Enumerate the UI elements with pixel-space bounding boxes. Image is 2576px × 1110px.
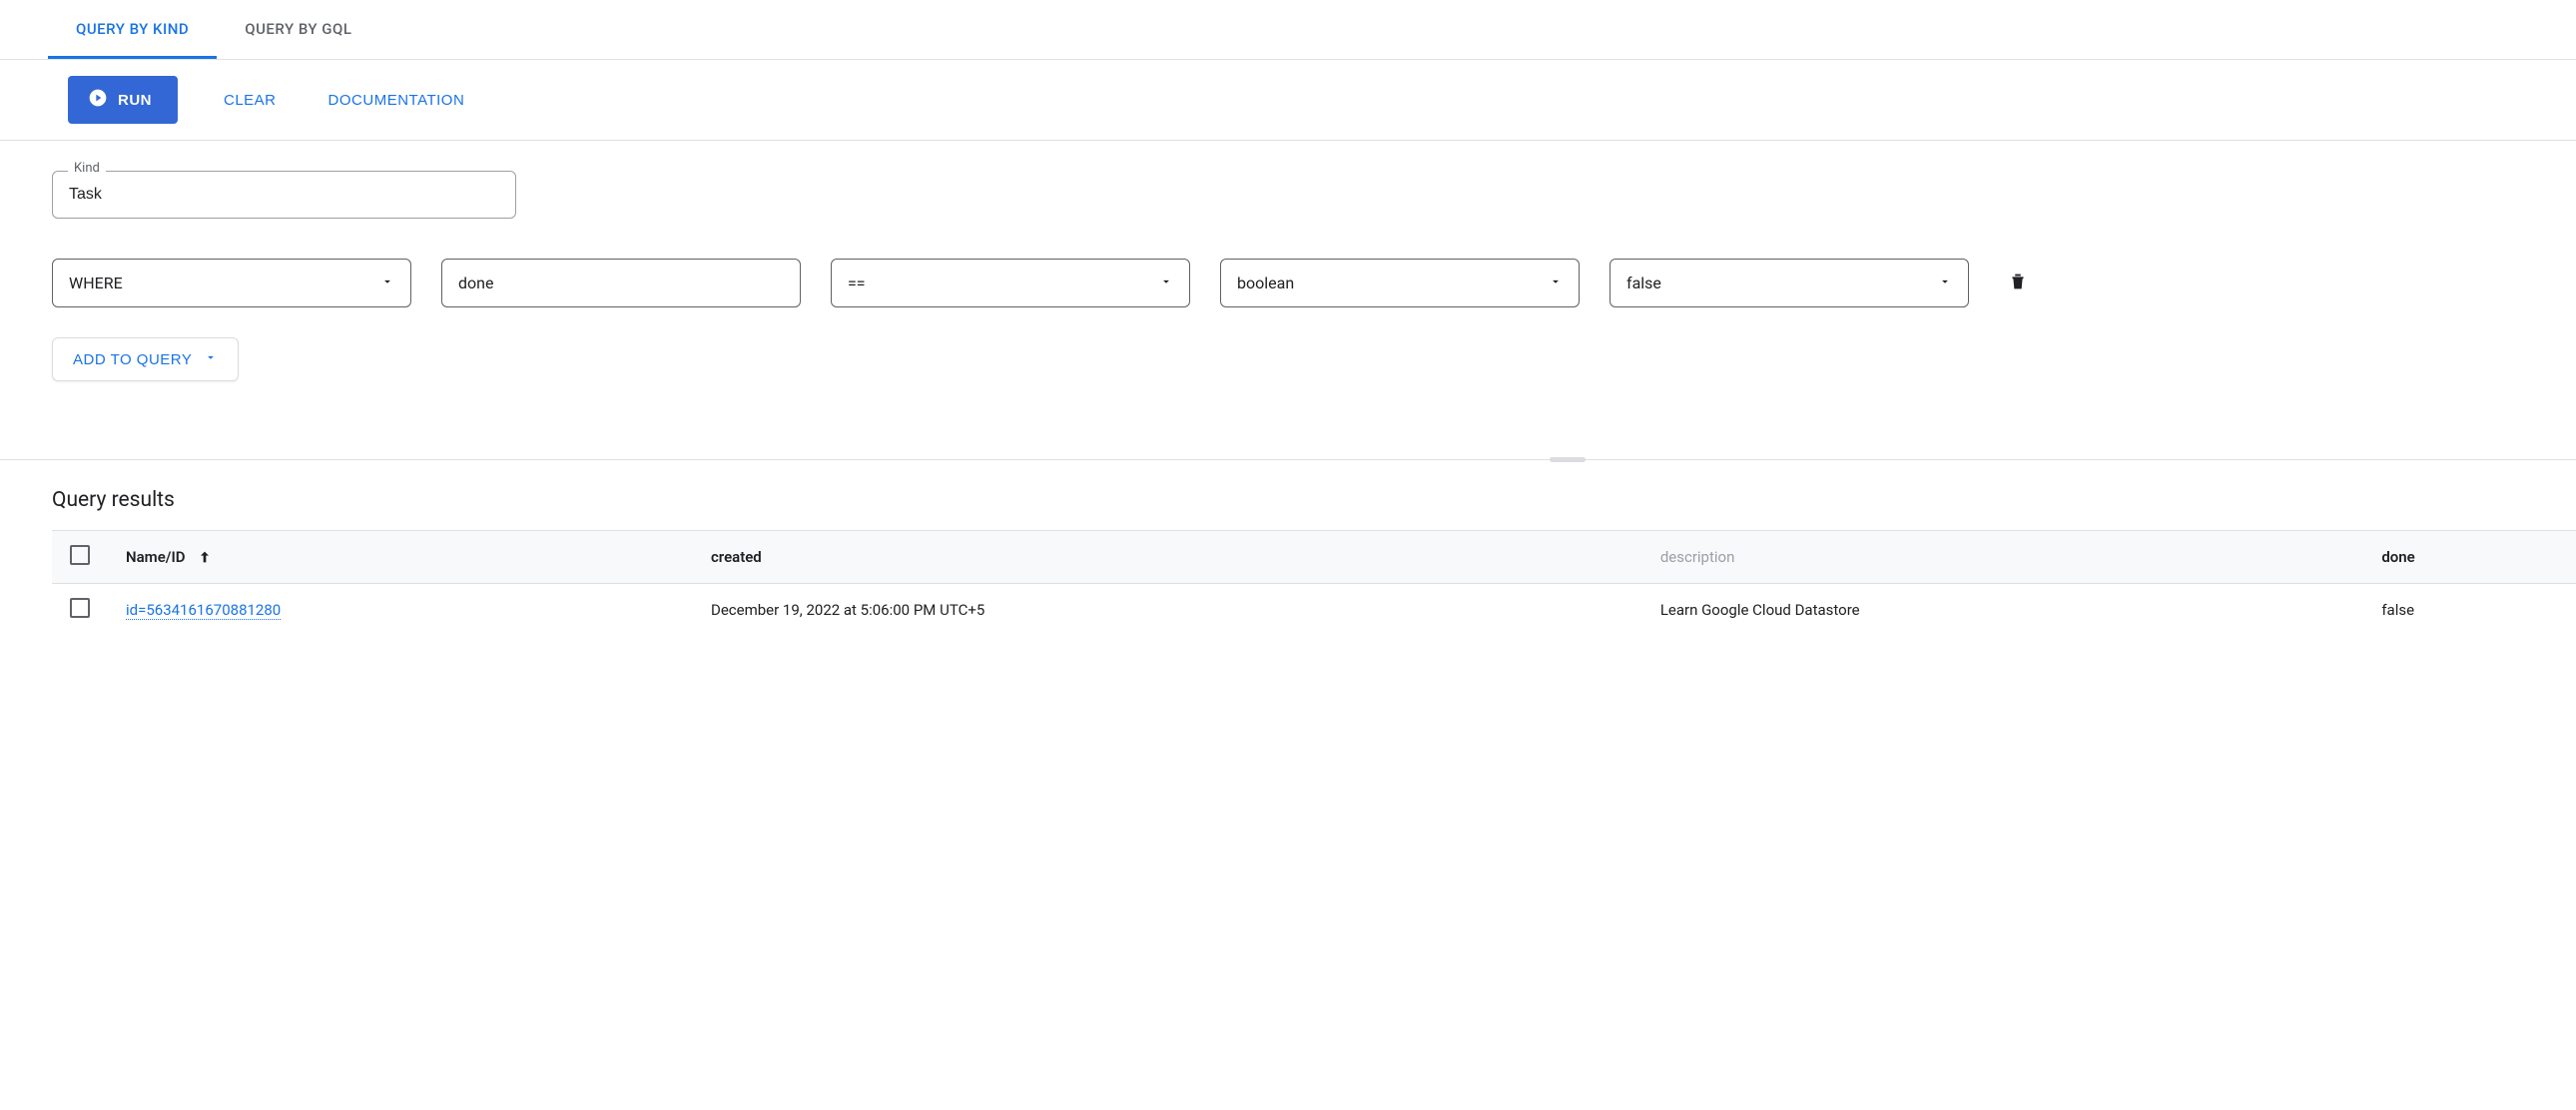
column-description[interactable]: description xyxy=(1642,531,2364,584)
select-all-checkbox[interactable] xyxy=(70,545,90,565)
row-checkbox[interactable] xyxy=(70,598,90,618)
results-panel: Query results Name/ID created descriptio… xyxy=(0,462,2576,636)
cell-description: Learn Google Cloud Datastore xyxy=(1642,584,2364,637)
operator-select[interactable]: == xyxy=(831,259,1190,307)
toolbar: RUN CLEAR DOCUMENTATION xyxy=(68,60,2576,140)
kind-input[interactable] xyxy=(52,171,516,219)
caret-down-icon xyxy=(1549,274,1563,292)
delete-filter-button[interactable] xyxy=(1999,263,2037,303)
documentation-link[interactable]: DOCUMENTATION xyxy=(322,91,471,110)
clear-button[interactable]: CLEAR xyxy=(218,91,283,110)
property-input[interactable]: done xyxy=(441,259,801,307)
results-title: Query results xyxy=(52,488,2576,512)
filter-row: WHERE done == boolean false xyxy=(52,259,2576,307)
run-button[interactable]: RUN xyxy=(68,76,178,124)
column-name-id[interactable]: Name/ID xyxy=(108,531,693,584)
results-table: Name/ID created description done id=5634… xyxy=(52,530,2576,636)
type-select-value: boolean xyxy=(1237,274,1294,292)
value-select[interactable]: false xyxy=(1610,259,1969,307)
trash-icon xyxy=(2007,280,2029,295)
cell-created: December 19, 2022 at 5:06:00 PM UTC+5 xyxy=(693,584,1642,637)
tab-query-by-gql[interactable]: QUERY BY GQL xyxy=(217,0,379,59)
kind-field: Kind xyxy=(52,171,516,219)
caret-down-icon xyxy=(1938,274,1952,292)
column-created[interactable]: created xyxy=(693,531,1642,584)
run-button-label: RUN xyxy=(118,92,152,109)
resize-handle[interactable] xyxy=(1550,457,1586,462)
caret-down-icon xyxy=(204,350,218,368)
cell-done: false xyxy=(2363,584,2576,637)
query-mode-tabs: QUERY BY KIND QUERY BY GQL xyxy=(0,0,2576,60)
add-to-query-button[interactable]: ADD TO QUERY xyxy=(52,337,239,381)
entity-id-link[interactable]: id=5634161670881280 xyxy=(126,601,281,620)
tab-query-by-kind[interactable]: QUERY BY KIND xyxy=(48,0,217,59)
operator-select-value: == xyxy=(848,274,866,292)
caret-down-icon xyxy=(380,274,394,292)
clause-select-value: WHERE xyxy=(69,274,123,292)
table-row: id=5634161670881280 December 19, 2022 at… xyxy=(52,584,2576,637)
clause-select[interactable]: WHERE xyxy=(52,259,411,307)
property-input-value: done xyxy=(458,274,493,292)
add-to-query-label: ADD TO QUERY xyxy=(73,351,192,368)
type-select[interactable]: boolean xyxy=(1220,259,1580,307)
kind-label: Kind xyxy=(68,161,106,176)
column-done[interactable]: done xyxy=(2363,531,2576,584)
sort-asc-icon xyxy=(189,548,213,566)
column-name-id-label: Name/ID xyxy=(126,548,186,566)
value-select-value: false xyxy=(1626,274,1661,292)
play-circle-icon xyxy=(88,88,108,112)
caret-down-icon xyxy=(1159,274,1173,292)
query-builder: Kind WHERE done == boolean false xyxy=(0,141,2576,460)
